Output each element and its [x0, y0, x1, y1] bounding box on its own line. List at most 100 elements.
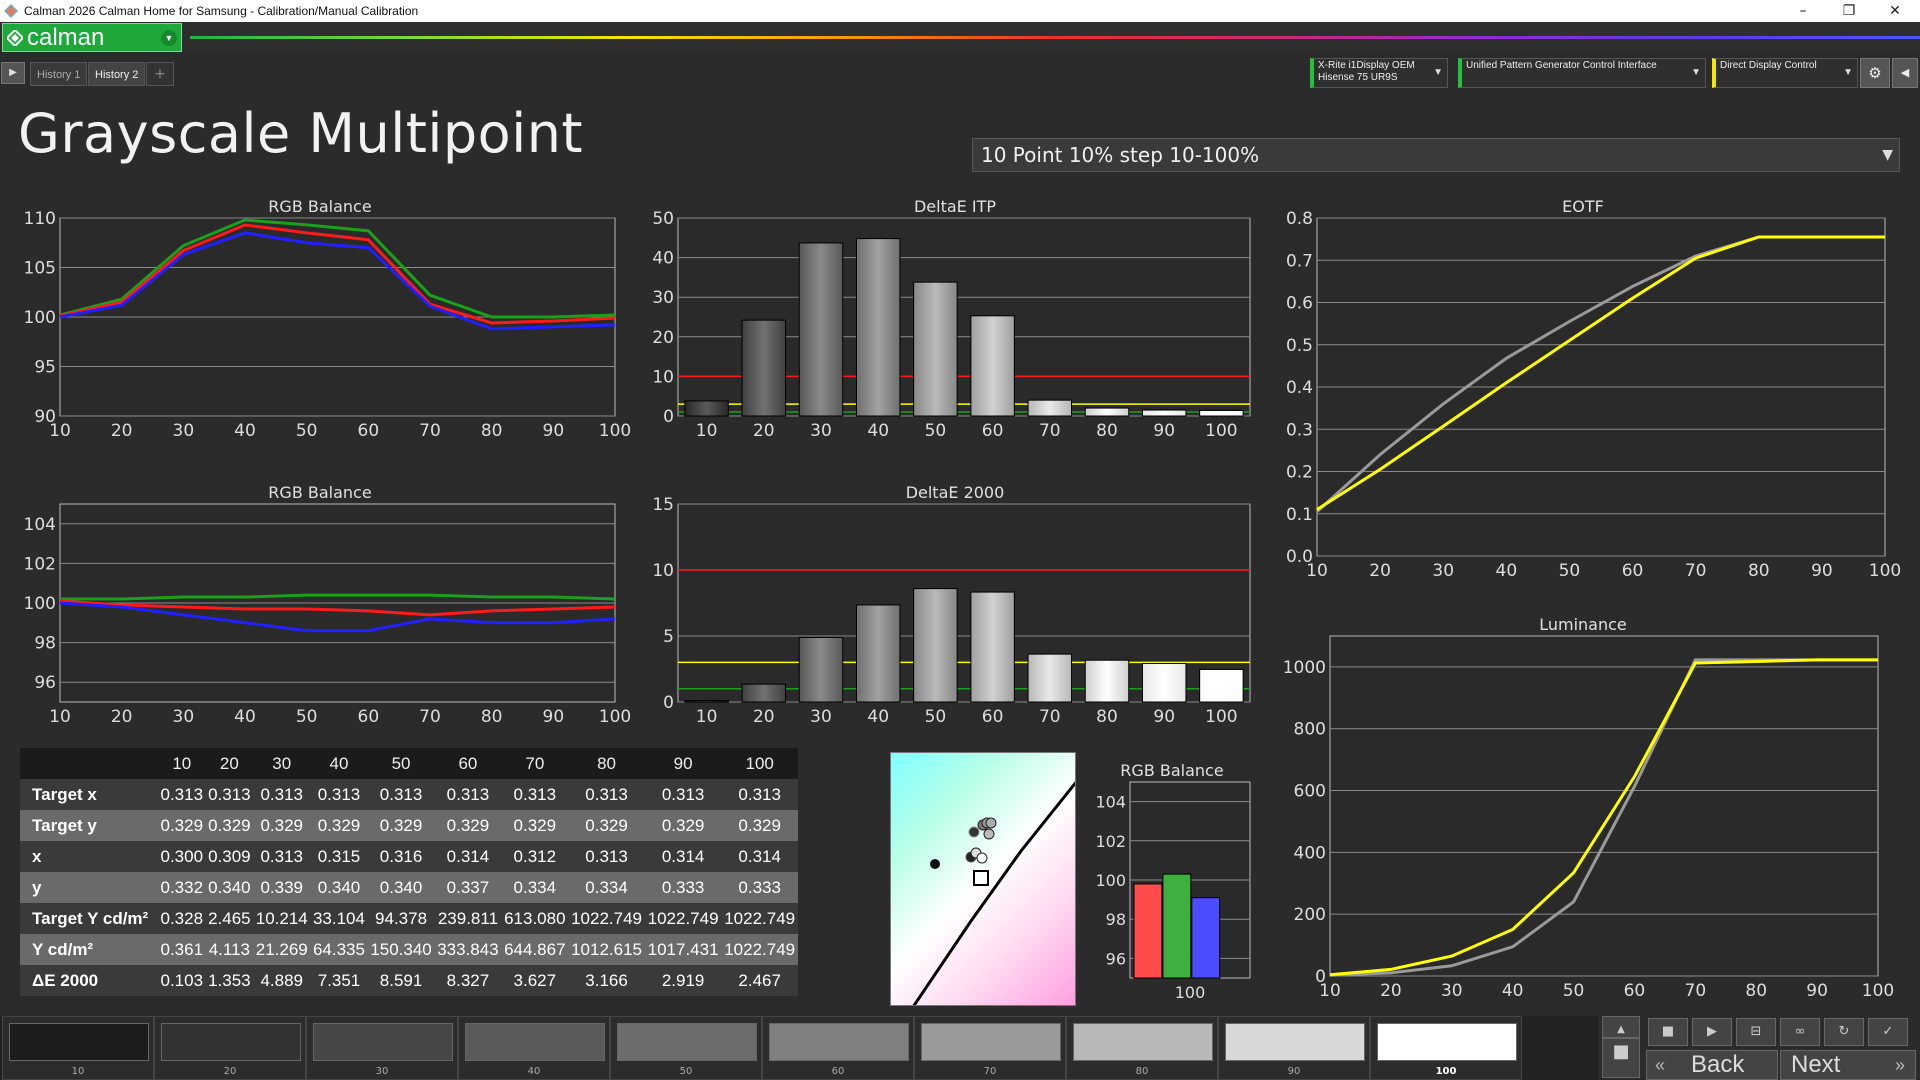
table-cell: 0.309: [205, 841, 254, 872]
bar: [1162, 873, 1192, 979]
chevron-down-icon: ▼: [1691, 67, 1701, 78]
stop-record-button[interactable]: ■: [1602, 1038, 1640, 1078]
check-icon[interactable]: ✓: [1868, 1018, 1908, 1046]
patch-swatch: [313, 1023, 453, 1061]
patch-60[interactable]: 60: [762, 1016, 914, 1080]
patch-70[interactable]: 70: [914, 1016, 1066, 1080]
y-tick-label: 104: [24, 515, 56, 535]
patch-swatch: [1377, 1023, 1517, 1061]
chevron-right-icon: »: [1894, 1055, 1905, 1075]
table-cell: 0.334: [501, 872, 569, 903]
x-tick-label: 100: [1205, 421, 1237, 441]
play-icon[interactable]: ▶: [1, 62, 25, 84]
y-tick-label: 100: [24, 594, 56, 614]
loop-icon[interactable]: ∞: [1780, 1018, 1820, 1046]
patch-label: 20: [223, 1066, 237, 1077]
patch-30[interactable]: 30: [306, 1016, 458, 1080]
patch-50[interactable]: 50: [610, 1016, 762, 1080]
tab-history-1[interactable]: History 1: [30, 62, 88, 86]
patch-swatch: [921, 1023, 1061, 1061]
play-icon[interactable]: ▶: [1692, 1018, 1732, 1046]
app-logo-icon: [4, 4, 18, 18]
y-tick-label: 200: [1294, 905, 1326, 925]
bar: [1084, 407, 1130, 417]
maximize-button[interactable]: ❐: [1826, 0, 1872, 22]
patch-90[interactable]: 90: [1218, 1016, 1370, 1080]
x-tick-label: 100: [1175, 983, 1206, 1002]
table-cell: 0.339: [253, 872, 311, 903]
table-cell: 0.313: [644, 779, 722, 810]
table-row: ΔE 2000 0.103 1.353 4.889 7.351 8.591 8.327 3.6…: [20, 965, 798, 996]
bar: [1141, 409, 1187, 417]
y-tick-label: 102: [24, 554, 56, 574]
meter-display: Hisense 75 UR9S: [1318, 72, 1398, 83]
table-cell: 2.465: [205, 903, 254, 934]
table-cell: 0.329: [367, 810, 435, 841]
x-tick-label: 50: [296, 707, 318, 727]
patch-100[interactable]: 100: [1370, 1016, 1522, 1080]
back-label: Back: [1691, 1051, 1745, 1078]
y-tick-label: 105: [24, 259, 56, 279]
back-button[interactable]: « Back: [1646, 1050, 1778, 1080]
x-tick-label: 90: [543, 421, 565, 441]
table-cell: 33.104: [310, 903, 368, 934]
x-tick-label: 80: [1748, 561, 1770, 581]
table-cell: 0.316: [367, 841, 435, 872]
table-row-label: Target Y cd/m²: [20, 903, 158, 934]
collapse-arrow-icon[interactable]: ◀: [1892, 58, 1918, 88]
table-cell: 0.313: [721, 779, 798, 810]
table-cell: 0.312: [501, 841, 569, 872]
bar: [741, 683, 787, 703]
x-tick-label: 10: [49, 421, 71, 441]
table-cell: 0.340: [310, 872, 368, 903]
add-tab-button[interactable]: +: [146, 62, 174, 86]
bar: [1199, 668, 1244, 703]
table-cell: 0.329: [434, 810, 502, 841]
patch-20[interactable]: 20: [154, 1016, 306, 1080]
patch-label: 50: [679, 1066, 693, 1077]
table-row-label: Target x: [20, 779, 158, 810]
patch-10[interactable]: 10: [2, 1016, 154, 1080]
table-cell: 150.340: [367, 934, 435, 965]
display-control-selector[interactable]: Direct Display Control ▼: [1712, 58, 1858, 88]
rgb-balance-chart-top: RGB Balance 90 95 100 105 110 10 20 30 40 50 60 70 80…: [0, 192, 640, 450]
patch-80[interactable]: 80: [1066, 1016, 1218, 1080]
brand-name: calman: [27, 24, 105, 51]
patch-40[interactable]: 40: [458, 1016, 610, 1080]
table-cell: 0.314: [644, 841, 722, 872]
patch-swatch: [465, 1023, 605, 1061]
deltae-2000-chart: DeltaE 2000 0 5 10 15 10 20 30 40 50 60 70 80 90 100: [640, 478, 1260, 736]
measure-icon[interactable]: ⊟: [1736, 1018, 1776, 1046]
table-row-label: x: [20, 841, 158, 872]
meter-device-selector[interactable]: X-Rite i1Display OEM Hisense 75 UR9S ▼: [1310, 58, 1448, 88]
bar: [1191, 897, 1221, 979]
y-tick-label: 600: [1294, 782, 1326, 802]
table-cell: 0.329: [501, 810, 569, 841]
x-tick-label: 10: [1319, 981, 1341, 1001]
x-tick-label: 90: [1806, 981, 1828, 1001]
settings-gear-icon[interactable]: ⚙: [1860, 58, 1890, 88]
table-cell: 0.313: [568, 779, 645, 810]
calman-menu-button[interactable]: calman ▼: [2, 23, 182, 52]
y-tick-label: 5: [663, 627, 674, 647]
pattern-generator-selector[interactable]: Unified Pattern Generator Control Interf…: [1458, 58, 1706, 88]
patch-label: 70: [983, 1066, 997, 1077]
table-cell: 0.313: [205, 779, 254, 810]
display-control-name: Direct Display Control: [1720, 60, 1817, 71]
bar: [684, 700, 729, 703]
next-button[interactable]: Next »: [1780, 1050, 1916, 1080]
close-button[interactable]: ✕: [1872, 0, 1918, 22]
minimize-button[interactable]: –: [1780, 0, 1826, 22]
x-tick-label: 70: [419, 421, 441, 441]
workflow-select[interactable]: 10 Point 10% step 10-100% ▼: [972, 138, 1900, 172]
bar: [855, 238, 901, 417]
y-tick-label: 100: [1095, 871, 1126, 890]
table-cell: 0.313: [253, 841, 311, 872]
up-arrow-icon[interactable]: ▲: [1602, 1016, 1640, 1038]
stop-icon[interactable]: ■: [1648, 1018, 1688, 1046]
refresh-icon[interactable]: ↻: [1824, 1018, 1864, 1046]
patch-label: 60: [831, 1066, 845, 1077]
tab-history-2[interactable]: History 2: [88, 62, 146, 86]
meter-name: X-Rite i1Display OEM: [1318, 60, 1415, 71]
table-cell: 1.353: [205, 965, 254, 996]
